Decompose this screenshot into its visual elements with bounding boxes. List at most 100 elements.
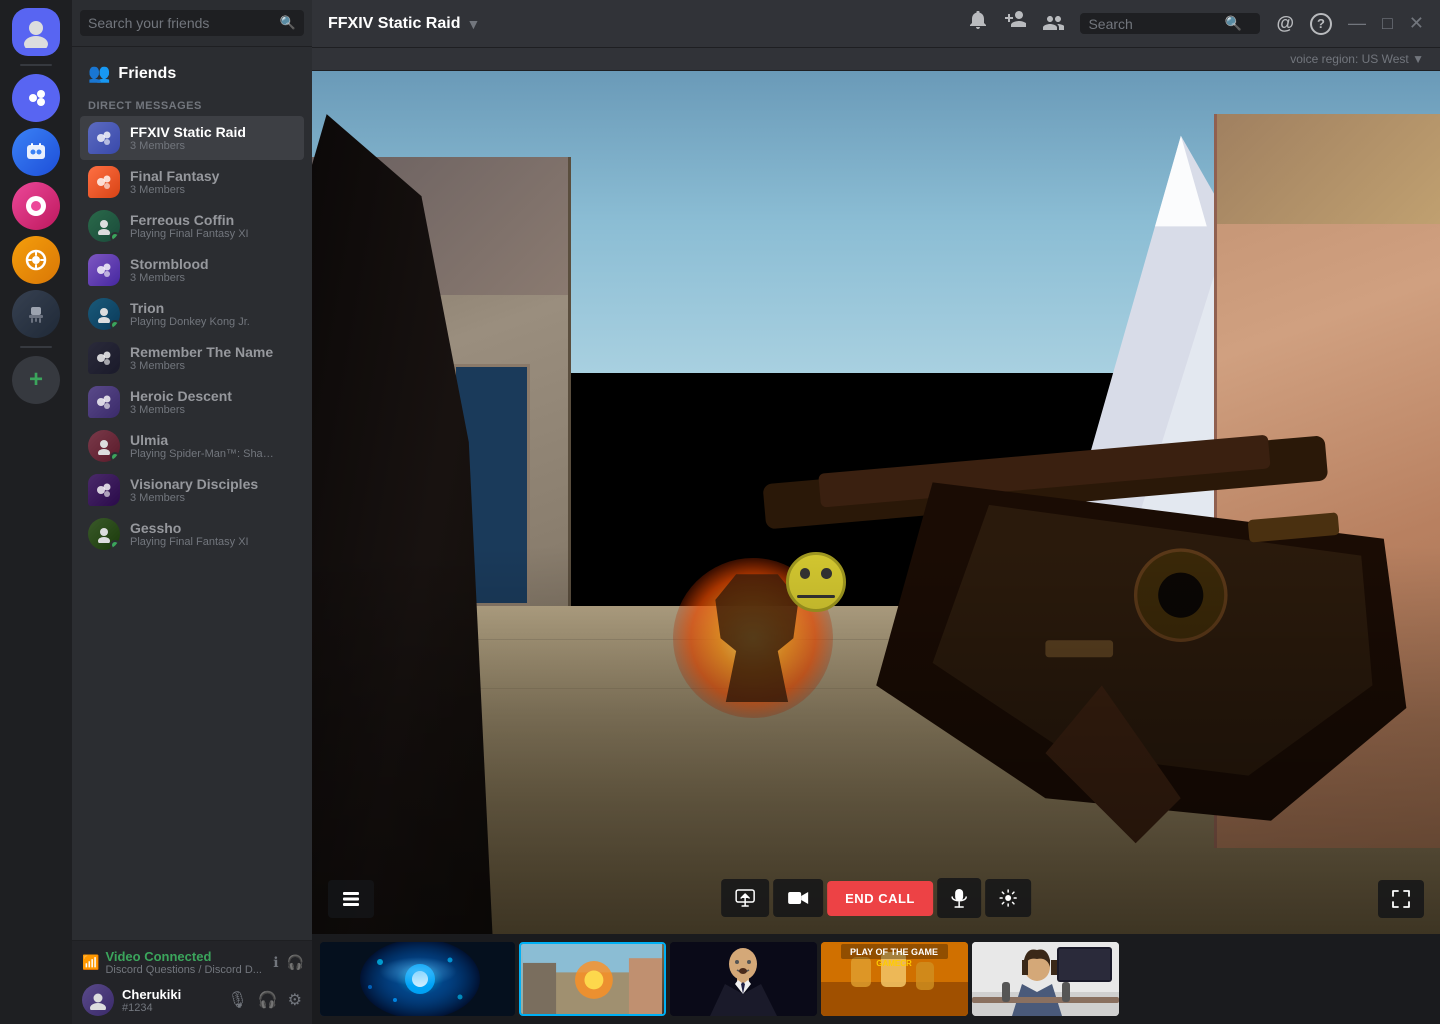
thumbnail-desk-inner (972, 942, 1119, 1016)
dm-avatar-ff (88, 166, 120, 198)
voice-region-dropdown[interactable]: ▼ (1412, 52, 1424, 66)
status-online-gessho (110, 540, 120, 550)
channel-name: FFXIV Static Raid ▼ (328, 15, 480, 33)
help-icon[interactable]: ? (1310, 13, 1332, 35)
members-icon[interactable] (1042, 11, 1064, 36)
voice-region-text: US West (1362, 52, 1412, 66)
thumbnail-lol[interactable] (320, 942, 515, 1016)
user-avatar[interactable] (12, 8, 60, 56)
add-friend-icon[interactable] (1004, 11, 1026, 36)
deafen-button[interactable]: 🎧 (256, 988, 280, 1012)
dm-section-label: DIRECT MESSAGES (80, 92, 304, 116)
friends-sidebar: 🔍 👥 Friends DIRECT MESSAGES FFXIV Static… (72, 0, 312, 1024)
dm-avatar-trion (88, 298, 120, 330)
dm-info-stormblood: Stormblood 3 Members (130, 256, 274, 284)
top-bar: FFXIV Static Raid ▼ 🔍 (312, 0, 1440, 48)
dm-item-stormblood[interactable]: Stormblood 3 Members ✕ (80, 248, 304, 292)
user-controls: 🎙 🎧 ⚙ (225, 988, 304, 1012)
thumbnail-ow-inner (521, 944, 664, 1014)
dm-item-remember[interactable]: Remember The Name 3 Members ✕ (80, 336, 304, 380)
user-settings-button[interactable]: ⚙ (286, 988, 304, 1012)
dm-avatar-ffxiv (88, 122, 120, 154)
dm-sub-heroic: 3 Members (130, 404, 274, 416)
dm-avatar-remember (88, 342, 120, 374)
end-call-button[interactable]: END CALL (827, 881, 933, 916)
server-icon-overwatch[interactable] (12, 236, 60, 284)
fullscreen-button[interactable] (1378, 880, 1424, 918)
dm-section: DIRECT MESSAGES FFXIV Static Raid 3 Memb… (72, 92, 312, 940)
dm-name-trion: Trion (130, 300, 274, 316)
minimize-icon[interactable]: — (1348, 13, 1366, 34)
screen-share-button[interactable] (721, 879, 769, 917)
dm-sub-remember: 3 Members (130, 360, 274, 372)
mute-call-button[interactable] (937, 878, 981, 918)
dm-name-ulmia: Ulmia (130, 432, 274, 448)
close-icon[interactable]: ✕ (1409, 13, 1424, 34)
voice-bars-icon: 📶 (82, 954, 99, 971)
server-icon-pink[interactable] (12, 182, 60, 230)
voice-info-icon[interactable]: ℹ (273, 954, 278, 971)
dm-avatar-gessho (88, 518, 120, 550)
sidebar-toggle-area (328, 880, 374, 918)
dm-name-ferreous: Ferreous Coffin (130, 212, 274, 228)
search-input[interactable] (1088, 16, 1218, 32)
video-button[interactable] (773, 879, 823, 917)
main-content: FFXIV Static Raid ▼ 🔍 (312, 0, 1440, 1024)
dm-item-heroic[interactable]: Heroic Descent 3 Members ✕ (80, 380, 304, 424)
thumbnail-gamecr-inner: PLAY OF THE GAME GAMECR (821, 942, 968, 1016)
add-server-button[interactable]: + (12, 356, 60, 404)
dm-item-visionary[interactable]: Visionary Disciples 3 Members ✕ (80, 468, 304, 512)
dm-item-ulmia[interactable]: Ulmia Playing Spider-Man™: Shattered Dim… (80, 424, 304, 468)
dm-sub-gessho: Playing Final Fantasy XI (130, 536, 274, 548)
voice-headset-icon[interactable]: 🎧 (287, 954, 304, 971)
mute-button[interactable]: 🎙 (225, 988, 249, 1012)
dm-name-stormblood: Stormblood (130, 256, 274, 272)
dm-item-ff[interactable]: Final Fantasy 3 Members ✕ (80, 160, 304, 204)
voice-info-icons: ℹ 🎧 (273, 954, 304, 971)
thumbnail-person[interactable] (670, 942, 817, 1016)
dm-item-ferreous[interactable]: Ferreous Coffin Playing Final Fantasy XI… (80, 204, 304, 248)
dm-avatar-ulmia (88, 430, 120, 462)
thumbnail-gamecr[interactable]: PLAY OF THE GAME GAMECR (821, 942, 968, 1016)
dm-sub-ff: 3 Members (130, 184, 274, 196)
thumbnail-ow[interactable] (519, 942, 666, 1016)
dm-info-heroic: Heroic Descent 3 Members (130, 388, 274, 416)
mention-icon[interactable]: @ (1276, 13, 1294, 34)
dm-info-remember: Remember The Name 3 Members (130, 344, 274, 372)
server-icon-chair[interactable] (12, 290, 60, 338)
dm-sub-visionary: 3 Members (130, 492, 274, 504)
channel-dropdown-icon[interactable]: ▼ (466, 16, 480, 32)
dm-info-ulmia: Ulmia Playing Spider-Man™: Shattered Dim… (130, 432, 274, 460)
user-discriminator: #1234 (122, 1002, 217, 1014)
dm-item-ffxiv[interactable]: FFXIV Static Raid 3 Members ✕ (80, 116, 304, 160)
dm-item-trion[interactable]: Trion Playing Donkey Kong Jr. ✕ (80, 292, 304, 336)
server-icon-dm[interactable] (12, 74, 60, 122)
friends-search-input[interactable] (80, 10, 304, 36)
svg-text:PLAY OF THE GAME: PLAY OF THE GAME (850, 947, 938, 957)
bell-icon[interactable] (968, 11, 988, 36)
thumbnail-lol-inner (320, 942, 515, 1016)
voice-connected-label: Video Connected (105, 949, 262, 964)
voice-region-bar: voice region: US West ▼ (312, 48, 1440, 71)
call-settings-button[interactable] (985, 879, 1031, 917)
dm-sub-ferreous: Playing Final Fantasy XI (130, 228, 274, 240)
dm-sub-ulmia: Playing Spider-Man™: Shattered Dimen... (130, 448, 274, 460)
sidebar-toggle-button[interactable] (328, 880, 374, 918)
dm-name-gessho: Gessho (130, 520, 274, 536)
search-bar: 🔍 (1080, 13, 1260, 34)
dm-info-ffxiv: FFXIV Static Raid 3 Members (130, 124, 274, 152)
dm-avatar-visionary (88, 474, 120, 506)
voice-region-label: voice region: (1290, 52, 1358, 66)
server-icon-ffxiv[interactable] (12, 128, 60, 176)
username-label: Cherukiki (122, 987, 217, 1002)
thumbnail-desk[interactable] (972, 942, 1119, 1016)
status-online-trion (110, 320, 120, 330)
dm-avatar-stormblood (88, 254, 120, 286)
dm-name-heroic: Heroic Descent (130, 388, 274, 404)
maximize-icon[interactable]: □ (1382, 13, 1393, 34)
voice-status-info: Video Connected Discord Questions / Disc… (105, 949, 262, 976)
dm-info-ferreous: Ferreous Coffin Playing Final Fantasy XI (130, 212, 274, 240)
dm-item-gessho[interactable]: Gessho Playing Final Fantasy XI ✕ (80, 512, 304, 556)
friends-header[interactable]: 👥 Friends (72, 47, 312, 92)
thumbnail-person-inner (670, 942, 817, 1016)
